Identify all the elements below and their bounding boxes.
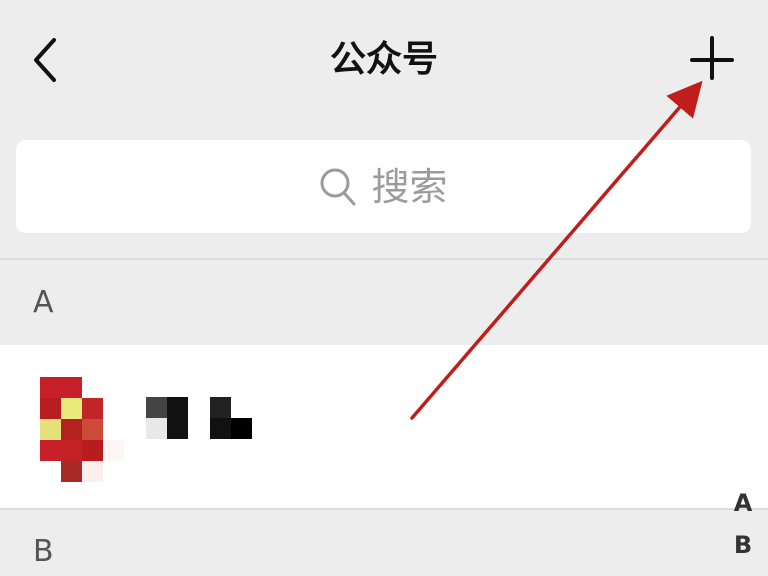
- list-item[interactable]: [0, 345, 768, 508]
- index-letter-a[interactable]: A: [728, 488, 758, 518]
- avatar: [40, 377, 124, 482]
- search-icon: [320, 168, 356, 205]
- search-content: 搜索: [16, 140, 751, 233]
- official-accounts-screen: 公众号 搜索 A B A B: [0, 0, 768, 576]
- back-button[interactable]: [22, 32, 72, 88]
- account-name: [146, 397, 252, 439]
- search-placeholder: 搜索: [371, 164, 448, 209]
- divider: [0, 258, 768, 260]
- add-button[interactable]: [684, 30, 740, 86]
- section-header-b: B: [33, 534, 54, 569]
- search-input[interactable]: 搜索: [16, 140, 751, 233]
- page-title: 公众号: [329, 39, 438, 80]
- plus-icon: [690, 36, 734, 80]
- section-header-a: A: [33, 285, 54, 320]
- nav-header: 公众号: [0, 0, 768, 120]
- chevron-left-icon: [34, 38, 56, 82]
- index-letter-b[interactable]: B: [728, 530, 758, 560]
- divider: [0, 508, 768, 510]
